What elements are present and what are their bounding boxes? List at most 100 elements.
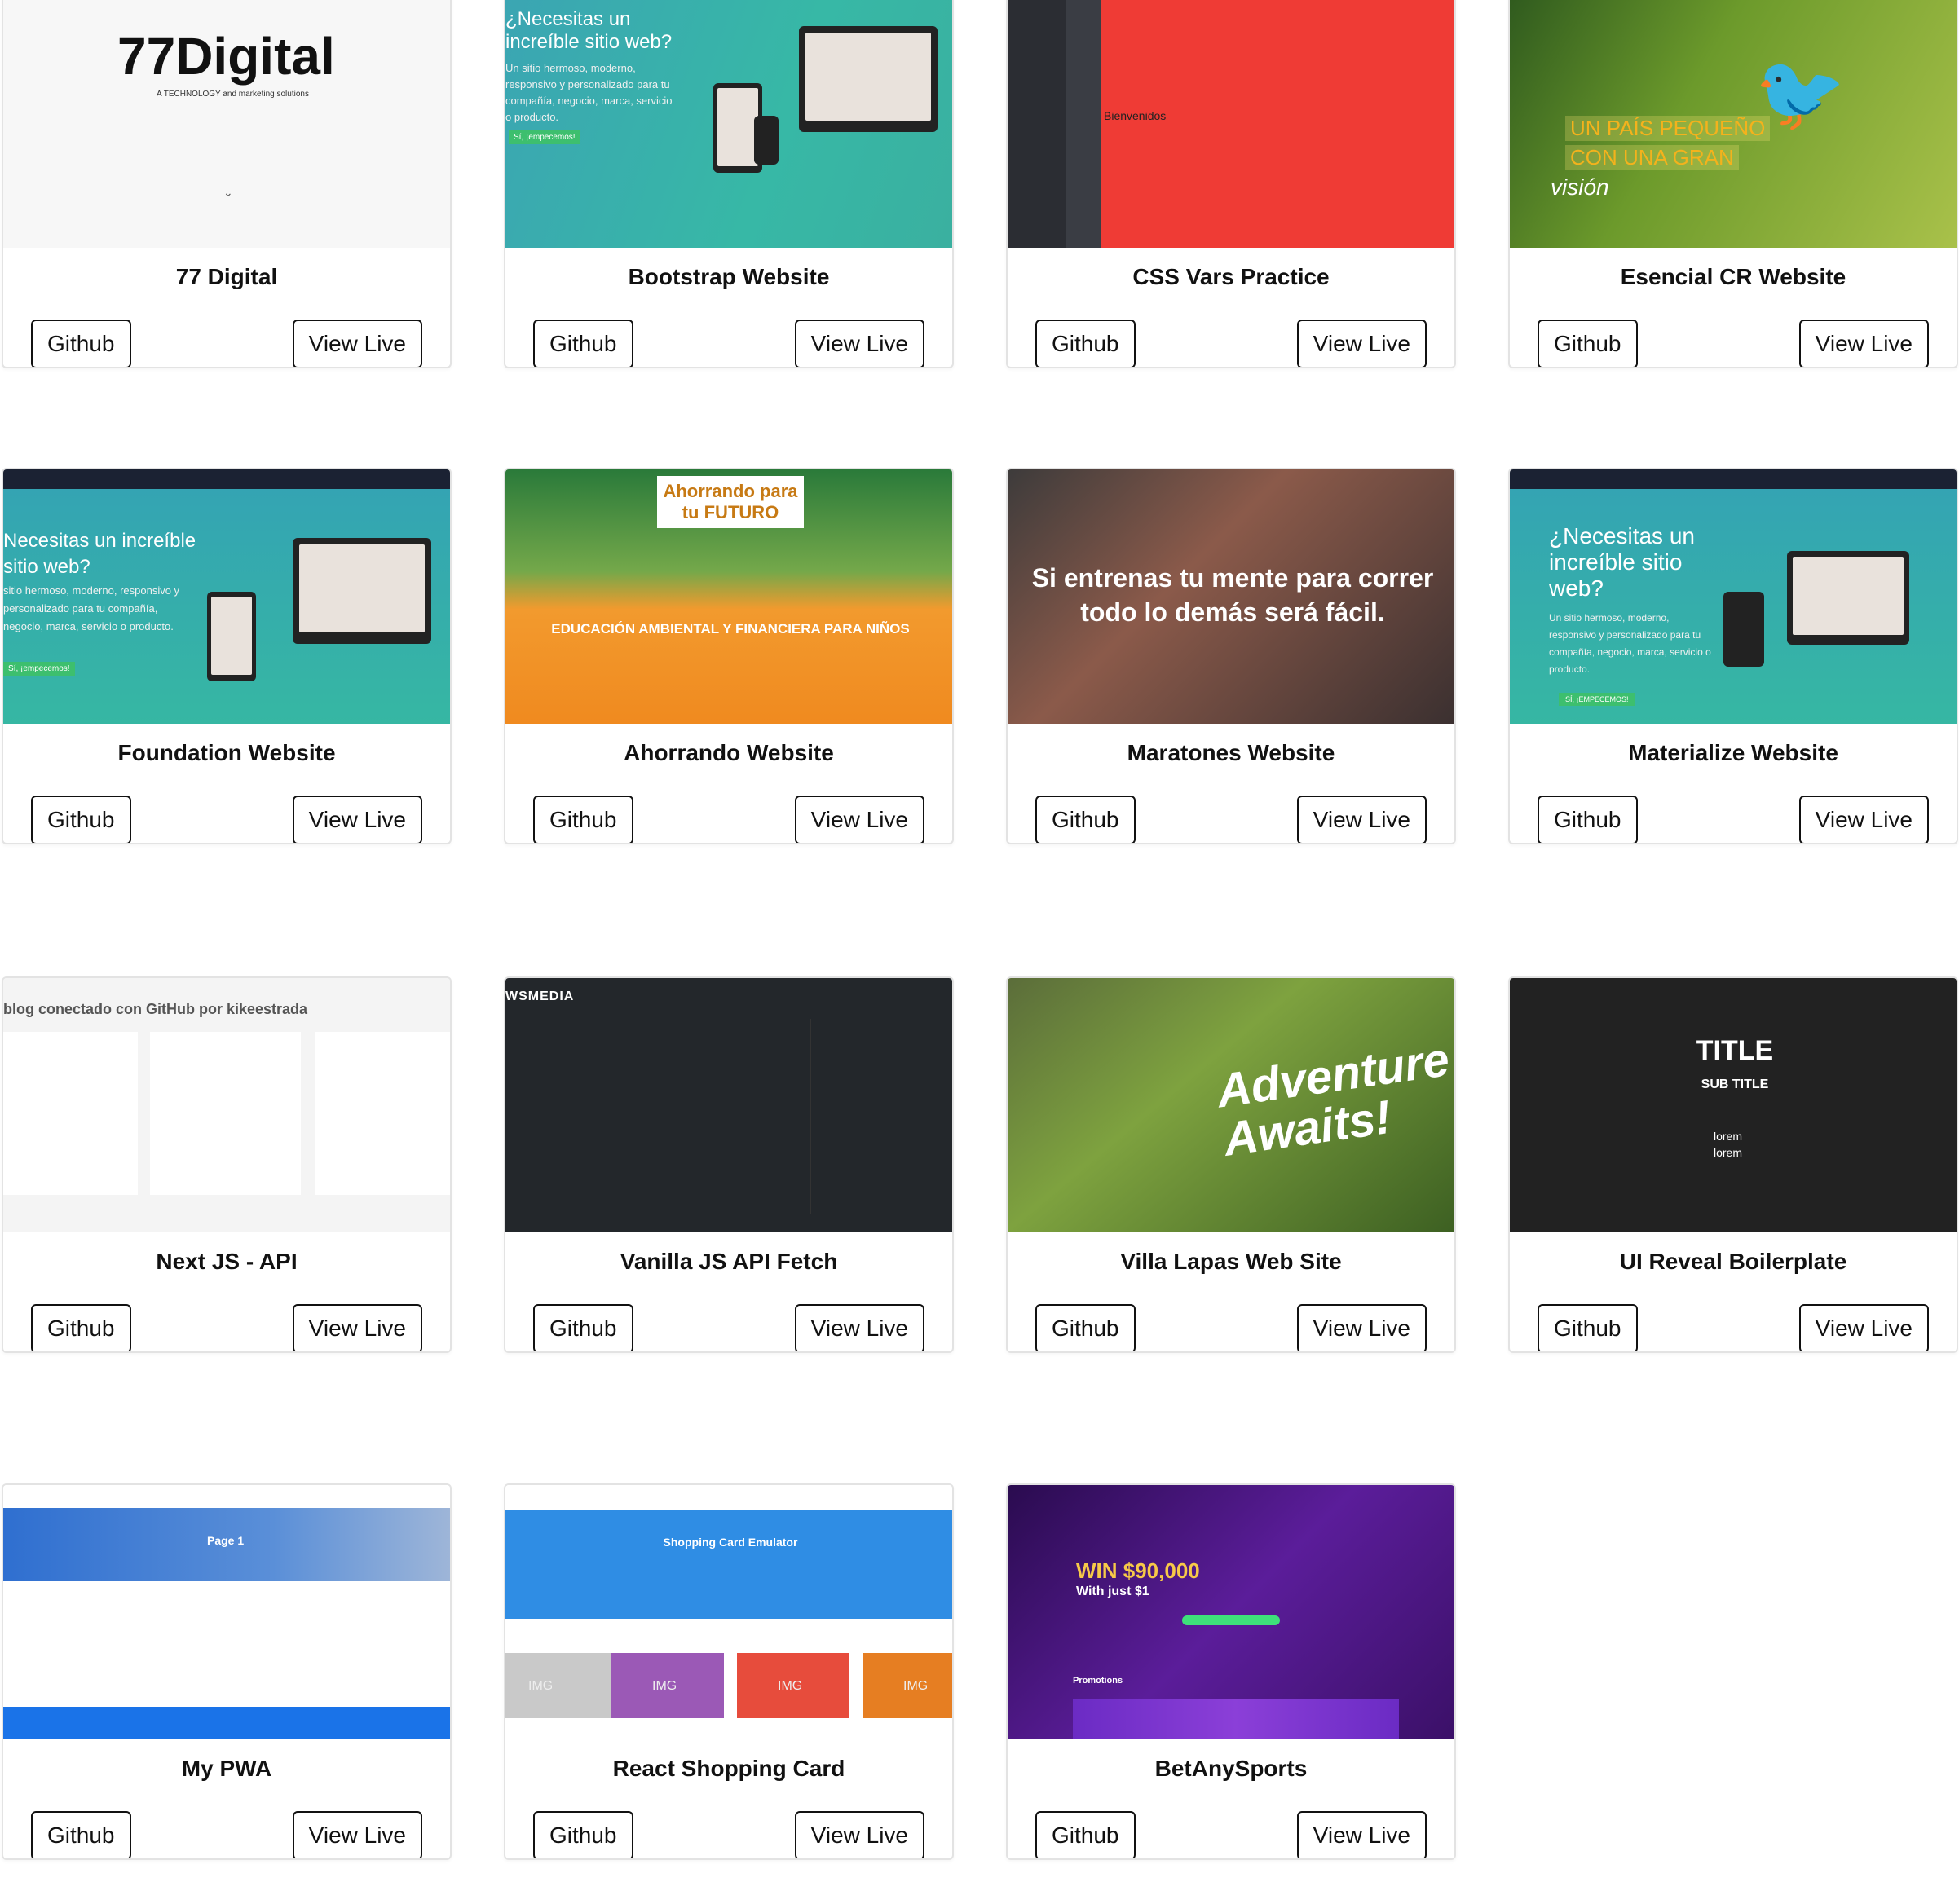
project-card-vanilla-js: WSMEDIA Vanilla JS API Fetch Github View… <box>504 976 954 1353</box>
project-card-betanysports: WIN $90,000 With just $1 Promotions BetA… <box>1006 1483 1456 1860</box>
github-button[interactable]: Github <box>533 320 633 367</box>
chevron-down-icon: ⌄ <box>223 186 233 199</box>
project-card-materialize: ¿Necesitas un increíble sitio web? Un si… <box>1508 468 1958 844</box>
github-button[interactable]: Github <box>533 796 633 843</box>
project-title: Materialize Website <box>1628 740 1838 765</box>
post-column <box>505 1019 651 1214</box>
view-live-button[interactable]: View Live <box>794 1304 924 1351</box>
project-thumbnail: UN PAÍS PEQUEÑO CON UNA GRAN visión 🐦 <box>1510 0 1957 248</box>
monitor-graphic <box>293 538 431 644</box>
project-thumbnail: Page 1 <box>3 1485 450 1739</box>
product-image-label: IMG <box>652 1679 677 1693</box>
project-title: CSS Vars Practice <box>1132 264 1330 289</box>
view-live-button[interactable]: View Live <box>794 1811 924 1858</box>
project-title: BetAnySports <box>1154 1756 1308 1781</box>
product-image-label: IMG <box>903 1679 929 1693</box>
project-title: My PWA <box>181 1756 272 1781</box>
promotions-label: Promotions <box>1073 1676 1123 1686</box>
project-card-foundation: Necesitas un increíble sitio web? sitio … <box>2 468 452 844</box>
github-button[interactable]: Github <box>1035 320 1136 367</box>
github-button[interactable]: Github <box>31 1304 131 1351</box>
blog-card <box>3 1032 138 1195</box>
view-live-button[interactable]: View Live <box>292 1304 422 1351</box>
blog-card <box>315 1032 450 1195</box>
tablet-graphic <box>1723 592 1764 667</box>
project-title: Foundation Website <box>117 740 336 765</box>
view-live-button[interactable]: View Live <box>1296 1811 1427 1858</box>
project-title: Next JS - API <box>156 1249 298 1274</box>
tablet-graphic <box>207 592 256 681</box>
project-title: React Shopping Card <box>612 1756 845 1781</box>
project-card-react-shopping: Shopping Card Emulator IMG IMG IMG IMG R… <box>504 1483 954 1860</box>
project-thumbnail: ¿Necesitas un increíble sitio web? Un si… <box>1510 469 1957 724</box>
view-live-button[interactable]: View Live <box>1296 796 1427 843</box>
github-button[interactable]: Github <box>1538 796 1638 843</box>
view-live-button[interactable]: View Live <box>1798 1304 1929 1351</box>
project-thumbnail: 77Digital A TECHNOLOGY and marketing sol… <box>3 0 450 248</box>
monitor-graphic <box>1787 551 1909 645</box>
thumb-subtext: EDUCACIÓN AMBIENTAL Y FINANCIERA PARA NI… <box>551 621 910 637</box>
project-card-villa-lapas: Adventure Awaits! Villa Lapas Web Site G… <box>1006 976 1456 1353</box>
thumb-heading: Shopping Card Emulator <box>663 1536 798 1549</box>
project-thumbnail: WIN $90,000 With just $1 Promotions <box>1008 1485 1454 1739</box>
view-live-button[interactable]: View Live <box>292 320 422 367</box>
phone-graphic <box>754 116 779 165</box>
thumb-cta: Sí, ¡empecemos! <box>509 130 580 144</box>
project-title: Villa Lapas Web Site <box>1120 1249 1342 1274</box>
thumb-heading: ¿Necesitas un increíble sitio web? <box>1549 523 1695 601</box>
github-button[interactable]: Github <box>31 796 131 843</box>
project-title: Bootstrap Website <box>628 264 830 289</box>
thumb-heading: UN PAÍS PEQUEÑO <box>1565 116 1771 141</box>
github-button[interactable]: Github <box>1035 1304 1136 1351</box>
thumb-heading: Page 1 <box>207 1534 245 1547</box>
thumb-heading: Ahorrando para tu FUTURO <box>657 476 804 528</box>
project-card-maratones: Si entrenas tu mente para correr todo lo… <box>1006 468 1456 844</box>
project-thumbnail: blog conectado con GitHub por kikeestrad… <box>3 978 450 1232</box>
project-thumbnail: Shopping Card Emulator IMG IMG IMG IMG <box>505 1485 952 1739</box>
view-live-button[interactable]: View Live <box>292 1811 422 1858</box>
github-button[interactable]: Github <box>533 1811 633 1858</box>
project-card-ahorrando: Ahorrando para tu FUTURO EDUCACIÓN AMBIE… <box>504 468 954 844</box>
project-title: Maratones Website <box>1127 740 1335 765</box>
thumb-subtext: CON UNA GRAN <box>1565 145 1739 170</box>
github-button[interactable]: Github <box>1538 320 1638 367</box>
product-image <box>505 1653 620 1718</box>
thumb-cta: SÍ, ¡EMPECEMOS! <box>1559 693 1635 706</box>
github-button[interactable]: Github <box>1035 796 1136 843</box>
hummingbird-icon: 🐦 <box>1754 53 1846 134</box>
thumb-subtext: Un sitio hermoso, moderno, responsivo y … <box>505 62 673 123</box>
view-live-button[interactable]: View Live <box>794 320 924 367</box>
blog-card <box>150 1032 301 1195</box>
github-button[interactable]: Github <box>31 320 131 367</box>
join-now-button <box>1182 1615 1280 1625</box>
github-button[interactable]: Github <box>533 1304 633 1351</box>
project-title: Ahorrando Website <box>624 740 834 765</box>
project-thumbnail: Necesitas un increíble sitio web? sitio … <box>3 469 450 724</box>
project-card-bootstrap-website: ¿Necesitas un increíble sitio web? Un si… <box>504 0 954 368</box>
project-title: Vanilla JS API Fetch <box>620 1249 838 1274</box>
monitor-graphic <box>799 26 938 132</box>
view-live-button[interactable]: View Live <box>1798 796 1929 843</box>
project-thumbnail: ¿Necesitas un increíble sitio web? Un si… <box>505 0 952 248</box>
hero-banner <box>505 1510 952 1619</box>
github-button[interactable]: Github <box>31 1811 131 1858</box>
footer-bar <box>3 1707 450 1739</box>
thumb-list-item: lorem <box>1714 1146 1743 1159</box>
thumb-list-item: lorem <box>1714 1130 1743 1143</box>
project-card-esencial-cr: UN PAÍS PEQUEÑO CON UNA GRAN visión 🐦 Es… <box>1508 0 1958 368</box>
thumb-subtext: SUB TITLE <box>1701 1078 1769 1091</box>
github-button[interactable]: Github <box>1538 1304 1638 1351</box>
thumb-heading: ¿Necesitas un increíble sitio web? <box>505 8 673 53</box>
projects-grid: 77Digital A TECHNOLOGY and marketing sol… <box>0 0 1959 1904</box>
project-thumbnail: Adventure Awaits! <box>1008 978 1454 1232</box>
thumb-tagline: visión <box>1551 174 1609 200</box>
view-live-button[interactable]: View Live <box>1296 1304 1427 1351</box>
view-live-button[interactable]: View Live <box>1798 320 1929 367</box>
view-live-button[interactable]: View Live <box>292 796 422 843</box>
thumb-heading: Si entrenas tu mente para correr todo lo… <box>1031 563 1434 627</box>
thumb-heading: WSMEDIA <box>505 989 575 1003</box>
view-live-button[interactable]: View Live <box>1296 320 1427 367</box>
view-live-button[interactable]: View Live <box>794 796 924 843</box>
thumb-subtext: With just $1 <box>1076 1584 1149 1598</box>
github-button[interactable]: Github <box>1035 1811 1136 1858</box>
